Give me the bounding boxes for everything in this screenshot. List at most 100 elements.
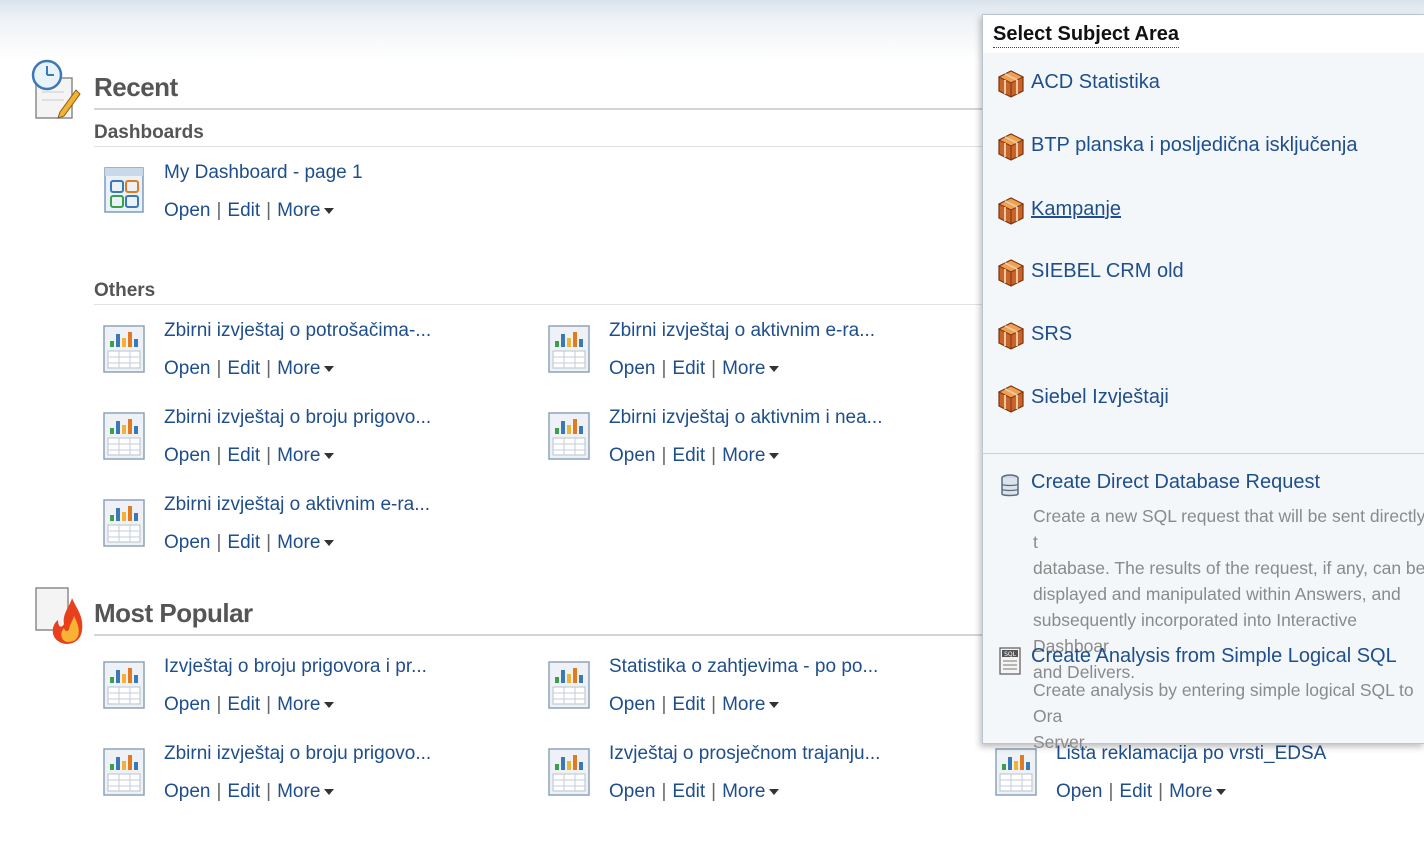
report-item-name[interactable]: Zbirni izvještaj o aktivnim e-ra...: [164, 494, 430, 516]
report-chart-icon: [102, 324, 146, 373]
edit-link[interactable]: Edit: [1119, 781, 1152, 802]
svg-text:SQL: SQL: [1004, 651, 1017, 658]
action-separator: |: [216, 532, 222, 553]
item-actions: Open | Edit | More: [164, 694, 335, 716]
report-chart-icon: [994, 747, 1038, 796]
subject-area-label: SRS: [1031, 323, 1073, 345]
dashboard-item-name[interactable]: My Dashboard - page 1: [164, 162, 363, 184]
report-chart-icon: [102, 411, 146, 460]
caret-down-icon: [769, 788, 780, 795]
more-menu[interactable]: More: [1169, 781, 1227, 802]
subject-area-label: Kampanje: [1031, 198, 1122, 220]
more-menu[interactable]: More: [277, 532, 335, 553]
more-label: More: [722, 445, 766, 466]
report-chart-icon: [102, 747, 146, 796]
report-item-name[interactable]: Izvještaj o prosječnom trajanju...: [609, 743, 880, 765]
logical-sql-link[interactable]: Create Analysis from Simple Logical SQL: [1031, 645, 1397, 668]
subject-area-label: ACD Statistika: [1031, 71, 1160, 93]
caret-down-icon: [769, 365, 780, 372]
recent-icon: [30, 58, 82, 120]
action-separator: |: [216, 200, 222, 221]
more-menu[interactable]: More: [722, 694, 780, 715]
edit-link[interactable]: Edit: [227, 781, 260, 802]
most-popular-icon: [32, 584, 84, 646]
sql-document-icon: SQL: [997, 647, 1023, 675]
report-item-name[interactable]: Izvještaj o broju prigovora i pr...: [164, 656, 427, 678]
more-label: More: [722, 358, 766, 379]
subject-area-item[interactable]: SIEBEL CRM old: [997, 256, 1417, 290]
more-menu[interactable]: More: [277, 781, 335, 802]
item-actions: Open | Edit | More: [609, 358, 780, 380]
open-link[interactable]: Open: [164, 532, 210, 553]
cube-icon: [997, 384, 1025, 414]
more-menu[interactable]: More: [722, 781, 780, 802]
open-link[interactable]: Open: [609, 358, 655, 379]
more-menu[interactable]: More: [277, 200, 335, 221]
action-separator: |: [266, 532, 272, 553]
open-link[interactable]: Open: [164, 200, 210, 221]
action-separator: |: [661, 358, 667, 379]
subject-area-item[interactable]: SRS: [997, 319, 1417, 353]
caret-down-icon: [324, 788, 335, 795]
edit-link[interactable]: Edit: [227, 200, 260, 221]
open-link[interactable]: Open: [609, 445, 655, 466]
edit-link[interactable]: Edit: [672, 445, 705, 466]
action-separator: |: [661, 445, 667, 466]
more-menu[interactable]: More: [722, 445, 780, 466]
item-actions: Open | Edit | More: [609, 445, 780, 467]
subject-area-item[interactable]: BTP planska i posljedična isključenja: [997, 130, 1417, 164]
more-menu[interactable]: More: [277, 358, 335, 379]
database-icon: [997, 473, 1023, 499]
report-item-name[interactable]: Zbirni izvještaj o broju prigovo...: [164, 743, 431, 765]
more-label: More: [277, 200, 321, 221]
report-chart-icon: [102, 498, 146, 547]
open-link[interactable]: Open: [164, 694, 210, 715]
open-link[interactable]: Open: [164, 445, 210, 466]
recent-title: Recent: [94, 72, 178, 102]
subject-area-item[interactable]: Kampanje: [997, 194, 1417, 228]
direct-db-request-link[interactable]: Create Direct Database Request: [1031, 471, 1320, 494]
edit-link[interactable]: Edit: [227, 358, 260, 379]
open-link[interactable]: Open: [164, 781, 210, 802]
action-separator: |: [266, 358, 272, 379]
report-chart-icon: [547, 324, 591, 373]
open-link[interactable]: Open: [1056, 781, 1102, 802]
action-separator: |: [711, 358, 717, 379]
open-link[interactable]: Open: [609, 694, 655, 715]
others-heading: Others: [94, 280, 156, 301]
edit-link[interactable]: Edit: [672, 358, 705, 379]
more-label: More: [277, 694, 321, 715]
open-link[interactable]: Open: [164, 358, 210, 379]
caret-down-icon: [324, 701, 335, 708]
report-item: Zbirni izvještaj o aktivnim e-ra... Open |…: [102, 494, 532, 564]
report-item-name[interactable]: Zbirni izvještaj o aktivnim i nea...: [609, 407, 883, 429]
item-actions: Open | Edit | More: [164, 200, 335, 222]
item-actions: Open | Edit | More: [164, 532, 335, 554]
subject-area-item[interactable]: ACD Statistika: [997, 67, 1417, 101]
logical-sql-description: Create analysis by entering simple logic…: [1033, 680, 1414, 752]
item-actions: Open | Edit | More: [164, 781, 335, 803]
report-item-name[interactable]: Zbirni izvještaj o broju prigovo...: [164, 407, 431, 429]
more-label: More: [1169, 781, 1213, 802]
action-separator: |: [216, 781, 222, 802]
edit-link[interactable]: Edit: [227, 694, 260, 715]
edit-link[interactable]: Edit: [227, 445, 260, 466]
action-separator: |: [711, 781, 717, 802]
more-label: More: [277, 358, 321, 379]
open-link[interactable]: Open: [609, 781, 655, 802]
caret-down-icon: [324, 452, 335, 459]
caret-down-icon: [324, 365, 335, 372]
report-item-name[interactable]: Zbirni izvještaj o potrošačima-...: [164, 320, 431, 342]
more-menu[interactable]: More: [722, 358, 780, 379]
more-menu[interactable]: More: [277, 694, 335, 715]
report-item-name[interactable]: Statistika o zahtjevima - po po...: [609, 656, 878, 678]
edit-link[interactable]: Edit: [227, 532, 260, 553]
dashboard-item: My Dashboard - page 1 Open | Edit | More: [102, 162, 532, 232]
edit-link[interactable]: Edit: [672, 781, 705, 802]
more-label: More: [277, 532, 321, 553]
item-actions: Open | Edit | More: [164, 358, 335, 380]
report-item-name[interactable]: Zbirni izvještaj o aktivnim e-ra...: [609, 320, 875, 342]
more-menu[interactable]: More: [277, 445, 335, 466]
edit-link[interactable]: Edit: [672, 694, 705, 715]
subject-area-item[interactable]: Siebel Izvještaji: [997, 382, 1417, 416]
